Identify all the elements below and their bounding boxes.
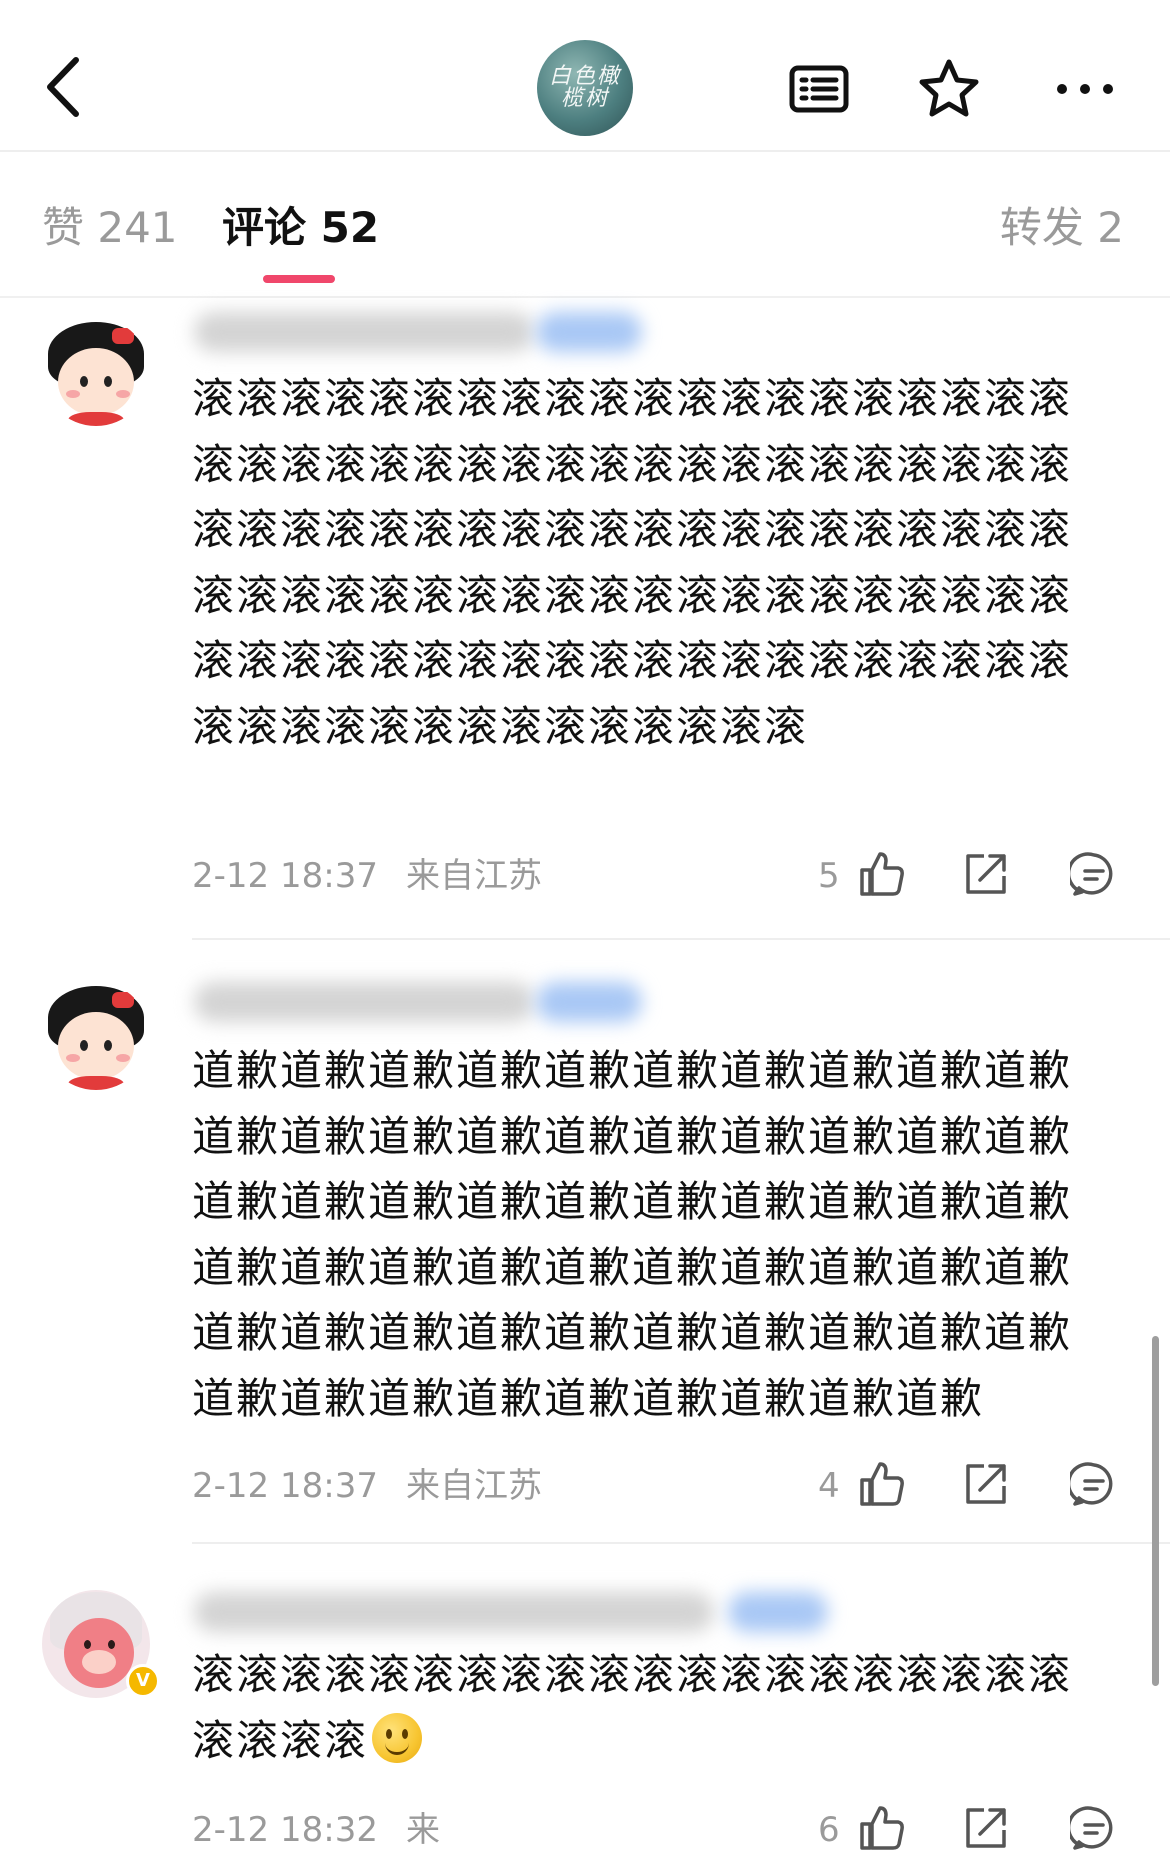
chevron-left-icon[interactable] bbox=[38, 52, 88, 122]
comment-meta: 2-12 18:37 来自江苏 bbox=[192, 1464, 542, 1508]
share-icon[interactable] bbox=[962, 1804, 1010, 1852]
comment-text-body: 滚滚滚滚滚滚滚滚滚滚滚滚滚滚滚滚滚滚滚滚滚滚滚滚 bbox=[192, 1650, 1073, 1765]
comment-time: 2-12 18:32 bbox=[192, 1810, 378, 1850]
tab-bar: 赞 241 评论 52 转发 2 bbox=[0, 152, 1170, 298]
comment-text: 滚滚滚滚滚滚滚滚滚滚滚滚滚滚滚滚滚滚滚滚滚滚滚滚 bbox=[192, 1642, 1106, 1773]
comment-item: 道歉道歉道歉道歉道歉道歉道歉道歉道歉道歉道歉道歉道歉道歉道歉道歉道歉道歉道歉道歉… bbox=[0, 940, 1170, 1544]
scrollbar[interactable] bbox=[1152, 1336, 1159, 1686]
comment-location: 来自江苏 bbox=[405, 1466, 542, 1506]
user-badge-blurred bbox=[536, 982, 642, 1022]
tab-likes[interactable]: 赞 241 bbox=[42, 200, 178, 256]
comment-location: 来自江苏 bbox=[405, 856, 542, 896]
username-blurred[interactable] bbox=[194, 1592, 714, 1632]
thumbs-up-icon[interactable] bbox=[858, 1460, 906, 1508]
comment-text: 滚滚滚滚滚滚滚滚滚滚滚滚滚滚滚滚滚滚滚滚滚滚滚滚滚滚滚滚滚滚滚滚滚滚滚滚滚滚滚滚… bbox=[192, 374, 1073, 751]
more-icon[interactable] bbox=[1052, 56, 1118, 122]
reply-icon[interactable] bbox=[1070, 1804, 1118, 1852]
account-avatar-text: 白色橄榄树 bbox=[548, 64, 621, 111]
reply-icon[interactable] bbox=[1070, 850, 1118, 898]
comment-time: 2-12 18:37 bbox=[192, 856, 378, 896]
thumbs-up-icon[interactable] bbox=[858, 850, 906, 898]
like-count: 5 bbox=[818, 856, 840, 896]
avatar[interactable] bbox=[42, 318, 150, 426]
comment-item: V 滚滚滚滚滚滚滚滚滚滚滚滚滚滚滚滚滚滚滚滚滚滚滚滚 2-12 18:32 来 6 bbox=[0, 1544, 1170, 1854]
comment-text: 道歉道歉道歉道歉道歉道歉道歉道歉道歉道歉道歉道歉道歉道歉道歉道歉道歉道歉道歉道歉… bbox=[192, 1046, 1073, 1423]
share-icon[interactable] bbox=[962, 1460, 1010, 1508]
user-badge-blurred bbox=[728, 1592, 828, 1632]
comment-item: 滚滚滚滚滚滚滚滚滚滚滚滚滚滚滚滚滚滚滚滚滚滚滚滚滚滚滚滚滚滚滚滚滚滚滚滚滚滚滚滚… bbox=[0, 298, 1170, 940]
top-navigation-bar: 白色橄榄树 bbox=[0, 0, 1170, 152]
comment-location: 来 bbox=[405, 1810, 440, 1850]
tab-reposts[interactable]: 转发 2 bbox=[1000, 200, 1124, 256]
active-tab-indicator bbox=[263, 275, 335, 283]
username-blurred[interactable] bbox=[194, 312, 534, 352]
star-icon[interactable] bbox=[916, 56, 982, 122]
avatar[interactable] bbox=[42, 982, 150, 1090]
comment-meta: 2-12 18:32 来 bbox=[192, 1808, 440, 1852]
share-icon[interactable] bbox=[962, 850, 1010, 898]
user-badge-blurred bbox=[536, 312, 642, 352]
username-blurred[interactable] bbox=[194, 982, 534, 1022]
reply-icon[interactable] bbox=[1070, 1460, 1118, 1508]
comment-meta: 2-12 18:37 来自江苏 bbox=[192, 854, 542, 898]
tab-comments[interactable]: 评论 52 bbox=[222, 200, 379, 256]
like-count: 6 bbox=[818, 1810, 840, 1850]
thumbs-up-icon[interactable] bbox=[858, 1804, 906, 1852]
comment-time: 2-12 18:37 bbox=[192, 1466, 378, 1506]
verified-badge-icon: V bbox=[126, 1664, 160, 1698]
smile-emoji-icon bbox=[372, 1712, 423, 1763]
account-avatar[interactable]: 白色橄榄树 bbox=[537, 40, 633, 136]
like-count: 4 bbox=[818, 1466, 840, 1506]
list-view-icon[interactable] bbox=[786, 56, 852, 122]
